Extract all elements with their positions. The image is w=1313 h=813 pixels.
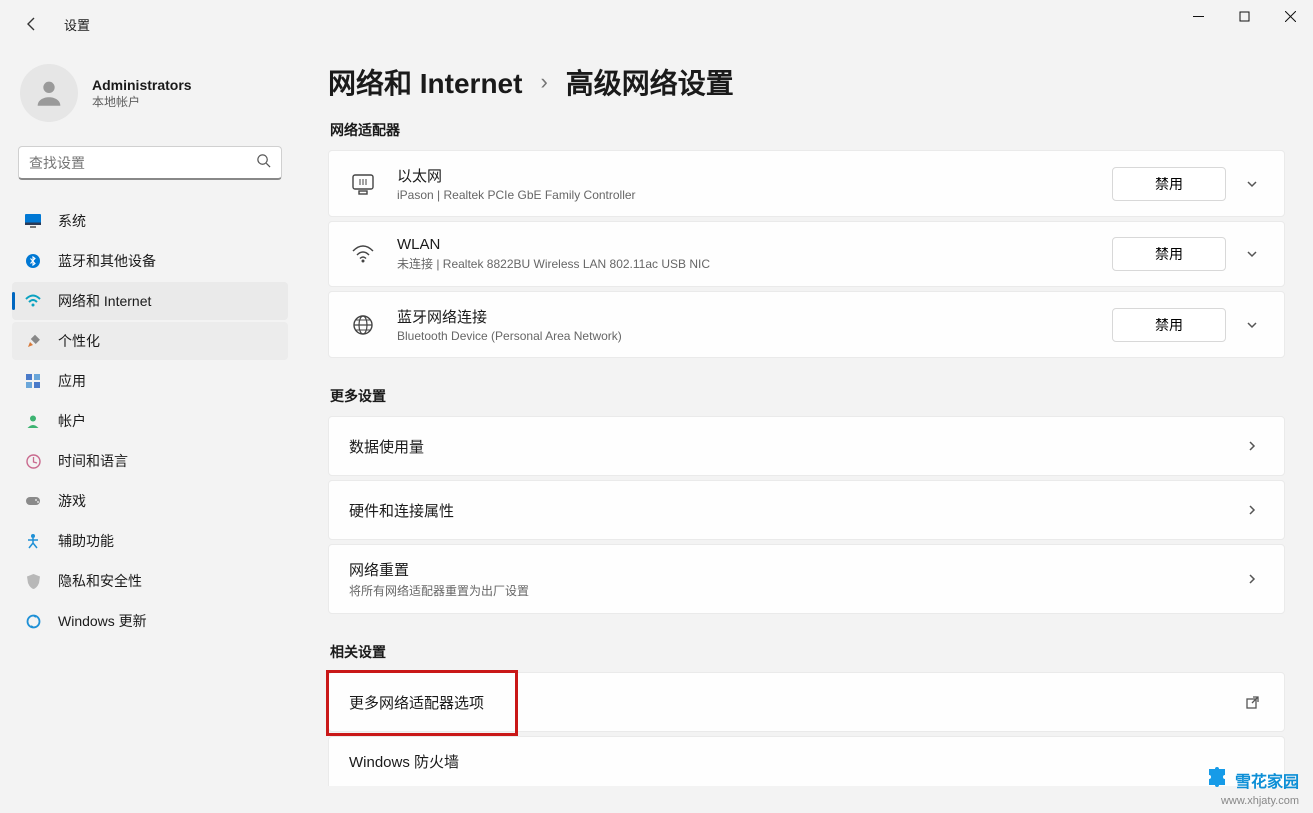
nav-personalize[interactable]: 个性化 xyxy=(12,322,288,360)
nav-label: 帐户 xyxy=(58,411,86,431)
back-button[interactable] xyxy=(16,8,48,40)
bluetooth-icon xyxy=(24,252,42,270)
card-data-usage[interactable]: 数据使用量 xyxy=(328,416,1285,476)
chevron-right-icon xyxy=(1240,439,1264,453)
disable-button-wlan[interactable]: 禁用 xyxy=(1112,237,1226,271)
card-title: 更多网络适配器选项 xyxy=(349,692,1240,713)
card-title: WLAN xyxy=(397,236,1112,253)
nav-list: 系统 蓝牙和其他设备 网络和 Internet 个性化 xyxy=(12,202,288,640)
nav-network[interactable]: 网络和 Internet xyxy=(12,282,288,320)
chevron-down-icon[interactable] xyxy=(1240,318,1264,332)
nav-accessibility[interactable]: 辅助功能 xyxy=(12,522,288,560)
card-windows-firewall[interactable]: Windows 防火墙 xyxy=(328,736,1285,786)
breadcrumb-parent[interactable]: 网络和 Internet xyxy=(328,62,522,102)
search-box[interactable] xyxy=(18,146,282,180)
nav-time[interactable]: 时间和语言 xyxy=(12,442,288,480)
user-block[interactable]: Administrators 本地帐户 xyxy=(12,56,288,130)
disable-button-ethernet[interactable]: 禁用 xyxy=(1112,167,1226,201)
card-more-adapter-options[interactable]: 更多网络适配器选项 xyxy=(328,672,1285,732)
nav-label: 网络和 Internet xyxy=(58,291,151,311)
card-sub: 未连接 | Realtek 8822BU Wireless LAN 802.11… xyxy=(397,255,1112,272)
person-icon xyxy=(24,412,42,430)
apps-icon xyxy=(24,372,42,390)
avatar xyxy=(20,64,78,122)
section-related: 相关设置 xyxy=(330,642,1285,662)
accessibility-icon xyxy=(24,532,42,550)
search-icon xyxy=(256,153,271,173)
chevron-down-icon[interactable] xyxy=(1240,247,1264,261)
chevron-right-icon xyxy=(1240,572,1264,586)
main-content: 网络和 Internet › 高级网络设置 网络适配器 以太网 iPason |… xyxy=(300,48,1313,813)
watermark-url: www.xhjaty.com xyxy=(1205,795,1299,807)
update-icon xyxy=(24,612,42,630)
ethernet-icon xyxy=(349,170,377,198)
chevron-right-icon xyxy=(1240,503,1264,517)
nav-label: 辅助功能 xyxy=(58,531,114,551)
titlebar: 设置 xyxy=(0,0,1313,48)
maximize-button[interactable] xyxy=(1221,0,1267,32)
card-title: 以太网 xyxy=(397,165,1112,186)
card-title: Windows 防火墙 xyxy=(349,751,1264,772)
nav-apps[interactable]: 应用 xyxy=(12,362,288,400)
card-sub: Bluetooth Device (Personal Area Network) xyxy=(397,329,1112,343)
card-title: 网络重置 xyxy=(349,559,1240,580)
wifi-icon xyxy=(349,240,377,268)
card-sub: iPason | Realtek PCIe GbE Family Control… xyxy=(397,188,1112,202)
watermark-brand: 雪花家园 xyxy=(1235,768,1299,792)
globe-icon xyxy=(349,311,377,339)
breadcrumb: 网络和 Internet › 高级网络设置 xyxy=(328,62,1285,102)
nav-accounts[interactable]: 帐户 xyxy=(12,402,288,440)
gamepad-icon xyxy=(24,492,42,510)
card-title: 蓝牙网络连接 xyxy=(397,306,1112,327)
nav-label: 个性化 xyxy=(58,331,100,351)
brush-icon xyxy=(24,332,42,350)
card-title: 数据使用量 xyxy=(349,436,1240,457)
nav-label: 蓝牙和其他设备 xyxy=(58,251,156,271)
sidebar: Administrators 本地帐户 系统 蓝牙和其他设备 xyxy=(0,48,300,813)
nav-label: 应用 xyxy=(58,371,86,391)
puzzle-icon xyxy=(1205,765,1229,795)
adapter-wlan[interactable]: WLAN 未连接 | Realtek 8822BU Wireless LAN 8… xyxy=(328,221,1285,287)
nav-label: Windows 更新 xyxy=(58,611,147,631)
nav-update[interactable]: Windows 更新 xyxy=(12,602,288,640)
chevron-right-icon: › xyxy=(540,69,547,95)
nav-gaming[interactable]: 游戏 xyxy=(12,482,288,520)
user-name: Administrators xyxy=(92,77,192,93)
clock-globe-icon xyxy=(24,452,42,470)
search-input[interactable] xyxy=(29,155,256,171)
wifi-icon xyxy=(24,292,42,310)
nav-label: 隐私和安全性 xyxy=(58,571,142,591)
disable-button-btnet[interactable]: 禁用 xyxy=(1112,308,1226,342)
nav-system[interactable]: 系统 xyxy=(12,202,288,240)
nav-label: 时间和语言 xyxy=(58,451,128,471)
chevron-down-icon[interactable] xyxy=(1240,177,1264,191)
adapter-bluetooth-net[interactable]: 蓝牙网络连接 Bluetooth Device (Personal Area N… xyxy=(328,291,1285,358)
card-sub: 将所有网络适配器重置为出厂设置 xyxy=(349,582,1240,599)
minimize-button[interactable] xyxy=(1175,0,1221,32)
nav-privacy[interactable]: 隐私和安全性 xyxy=(12,562,288,600)
nav-label: 系统 xyxy=(58,211,86,231)
breadcrumb-current: 高级网络设置 xyxy=(566,62,734,102)
card-network-reset[interactable]: 网络重置 将所有网络适配器重置为出厂设置 xyxy=(328,544,1285,614)
shield-icon xyxy=(24,572,42,590)
nav-bluetooth[interactable]: 蓝牙和其他设备 xyxy=(12,242,288,280)
monitor-icon xyxy=(24,212,42,230)
window-controls xyxy=(1175,0,1313,32)
section-more-settings: 更多设置 xyxy=(330,386,1285,406)
adapter-ethernet[interactable]: 以太网 iPason | Realtek PCIe GbE Family Con… xyxy=(328,150,1285,217)
watermark: 雪花家园 www.xhjaty.com xyxy=(1205,765,1299,807)
card-title: 硬件和连接属性 xyxy=(349,500,1240,521)
window-title: 设置 xyxy=(64,15,90,34)
close-button[interactable] xyxy=(1267,0,1313,32)
nav-label: 游戏 xyxy=(58,491,86,511)
user-sub: 本地帐户 xyxy=(92,93,192,110)
card-hardware-props[interactable]: 硬件和连接属性 xyxy=(328,480,1285,540)
external-link-icon xyxy=(1240,695,1264,710)
section-network-adapters: 网络适配器 xyxy=(330,120,1285,140)
